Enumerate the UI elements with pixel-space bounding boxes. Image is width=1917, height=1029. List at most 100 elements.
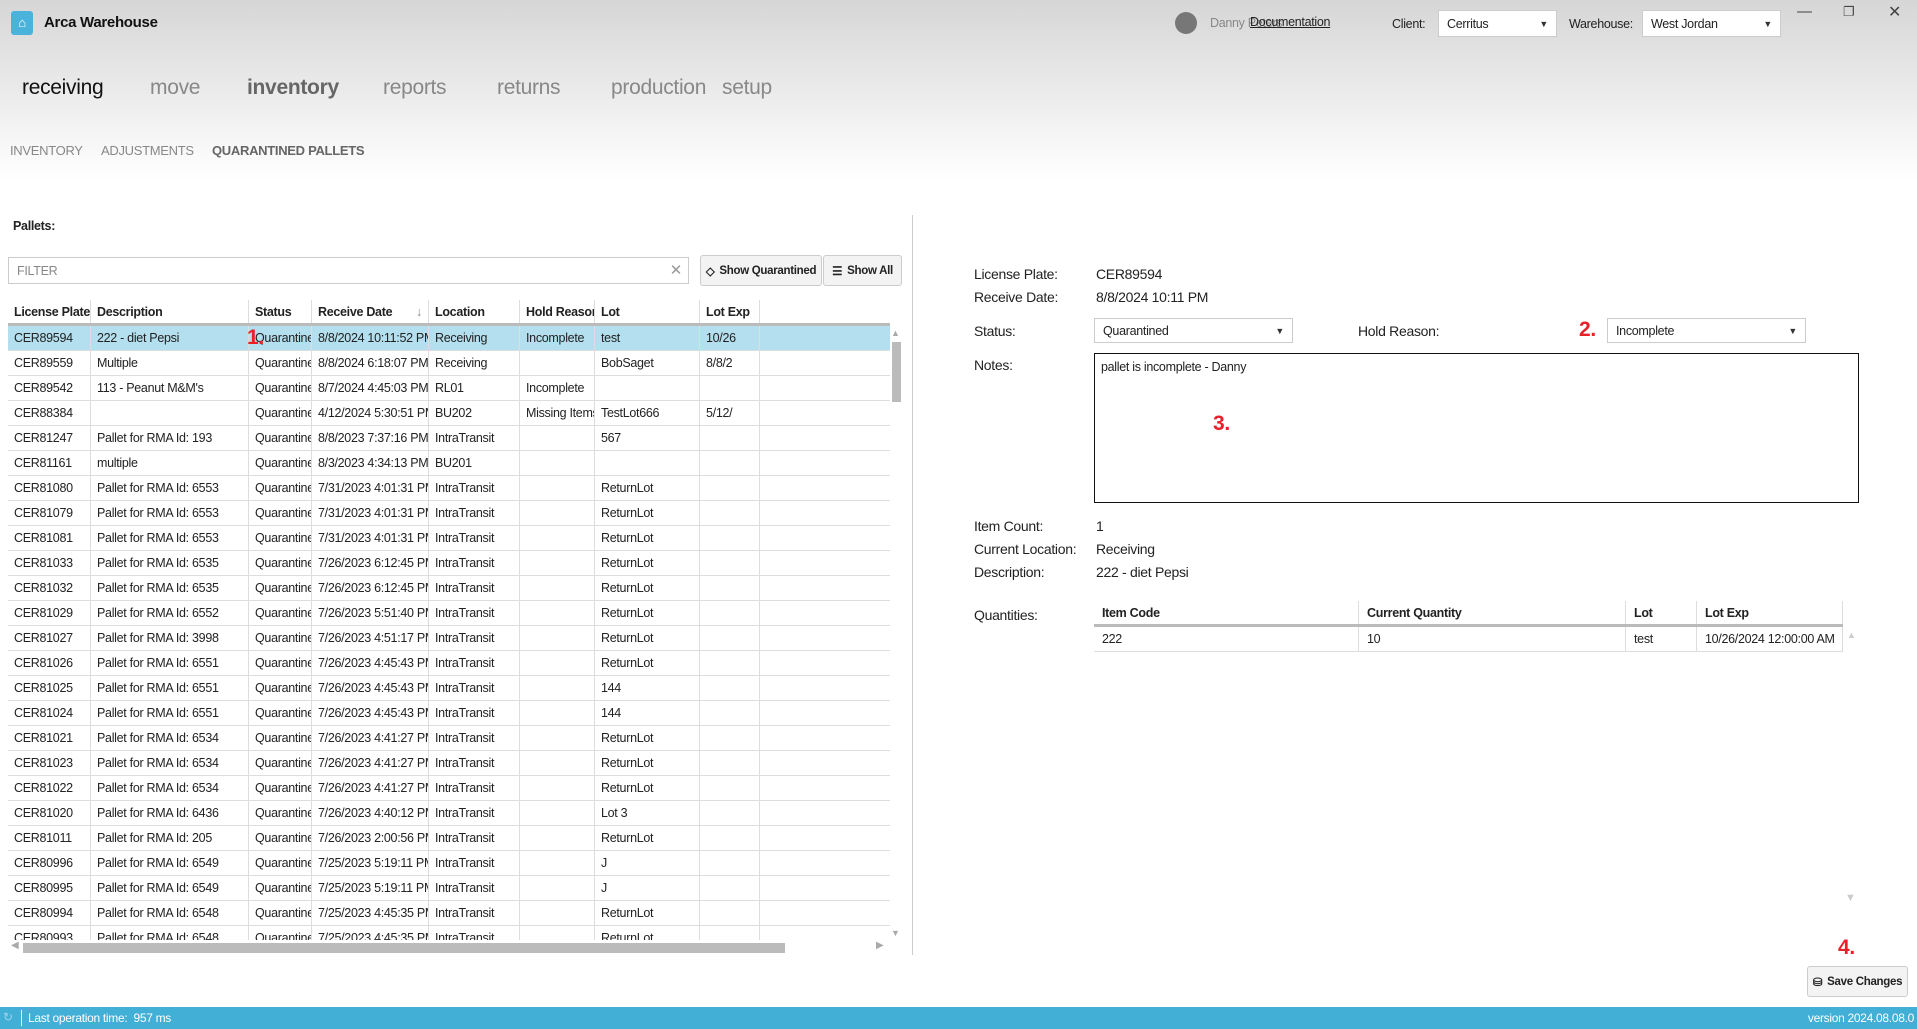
table-row[interactable]: CER81025 Pallet for RMA Id: 6551 Quarantin… — [8, 676, 890, 701]
scroll-down-icon[interactable]: ▼ — [891, 928, 900, 938]
table-row[interactable]: CER80994 Pallet for RMA Id: 6548 Quarantin… — [8, 901, 890, 926]
column-header[interactable]: Item Code — [1094, 601, 1359, 624]
column-header[interactable]: Description — [91, 300, 249, 323]
subnav-quarantined-pallets[interactable]: QUARANTINED PALLETS — [212, 143, 365, 158]
table-row[interactable]: CER81247Pallet for RMA Id: 193Quarantine… — [8, 426, 890, 451]
table-cell: 8/8/2024 10:11:52 PM — [312, 326, 429, 350]
table-row[interactable]: CER81021 Pallet for RMA Id: 6534 Quarantin… — [8, 726, 890, 751]
filter-input[interactable]: FILTER ✕ — [8, 257, 689, 284]
table-row[interactable]: CER81081 Pallet for RMA Id: 6553 Quarantin… — [8, 526, 890, 551]
column-header[interactable]: Lot Exp — [700, 300, 760, 323]
table-row[interactable]: CER88384 Quarantined4/12/2024 5:30:51 PMB… — [8, 401, 890, 426]
horizontal-scrollbar[interactable]: ◀ ▶ — [8, 940, 890, 954]
table-cell: CER81011 — [8, 826, 91, 850]
table-row[interactable]: CER81032 Pallet for RMA Id: 6535 Quarantin… — [8, 576, 890, 601]
table-cell: Quarantined — [249, 401, 312, 425]
table-cell — [700, 476, 760, 500]
refresh-icon[interactable]: ↻ — [3, 1010, 13, 1024]
table-cell — [520, 876, 595, 900]
table-cell: Pallet for RMA Id: 193 — [91, 426, 249, 450]
table-cell: 10/26 — [700, 326, 760, 350]
restore-icon[interactable]: ❐ — [1843, 4, 1855, 20]
table-cell: J — [595, 876, 700, 900]
subnav-adjustments[interactable]: ADJUSTMENTS — [101, 143, 194, 158]
qty-scroll-up-icon[interactable]: ▲ — [1847, 630, 1856, 640]
save-changes-button[interactable]: ⛁ Save Changes — [1807, 966, 1908, 997]
notes-textarea[interactable]: pallet is incomplete - Danny — [1094, 353, 1859, 503]
scroll-right-icon[interactable]: ▶ — [876, 940, 884, 951]
sort-descending-icon[interactable]: ↓ — [416, 305, 422, 319]
column-header[interactable]: Location — [429, 300, 520, 323]
documentation-link[interactable]: Documentation — [1250, 15, 1330, 29]
table-row[interactable]: CER81024 Pallet for RMA Id: 6551 Quarantin… — [8, 701, 890, 726]
column-header[interactable]: Lot Exp — [1697, 601, 1843, 624]
table-cell: CER81161 — [8, 451, 91, 475]
table-cell: Quarantined — [249, 351, 312, 375]
nav-inventory[interactable]: inventory — [247, 76, 339, 100]
save-changes-label: Save Changes — [1827, 975, 1903, 988]
table-row[interactable]: CER80995 Pallet for RMA Id: 6549 Quarantin… — [8, 876, 890, 901]
subnav-inventory[interactable]: INVENTORY — [10, 143, 83, 158]
table-cell: Quarantined — [249, 851, 312, 875]
scrollbar-thumb[interactable] — [892, 342, 901, 402]
table-cell: 144 — [595, 701, 700, 725]
table-row[interactable]: CER81026 Pallet for RMA Id: 6551 Quarantin… — [8, 651, 890, 676]
nav-reports[interactable]: reports — [383, 76, 447, 100]
warehouse-select[interactable]: West Jordan ▼ — [1642, 10, 1781, 37]
client-select[interactable]: Cerritus ▼ — [1438, 10, 1557, 37]
show-all-label: Show All — [847, 264, 893, 277]
column-header[interactable]: Hold Reason — [520, 300, 595, 323]
close-window-icon[interactable]: ✕ — [1888, 2, 1901, 22]
nav-move[interactable]: move — [150, 76, 200, 100]
show-all-button[interactable]: ☰ Show All — [823, 255, 902, 286]
table-row[interactable]: CER89542113 - Peanut M&M'sQuarantined8/7… — [8, 376, 890, 401]
minimize-icon[interactable]: — — [1797, 3, 1812, 20]
table-row[interactable]: CER89594222 - diet PepsiQuarantined8/8/2… — [8, 326, 890, 351]
table-row[interactable]: CER81027 Pallet for RMA Id: 3998 Quarantin… — [8, 626, 890, 651]
table-cell: 7/25/2023 4:45:35 PM — [312, 926, 429, 940]
column-header[interactable]: Current Quantity — [1359, 601, 1626, 624]
column-header[interactable]: Lot — [1626, 601, 1697, 624]
status-select[interactable]: Quarantined ▼ — [1094, 318, 1293, 343]
nav-returns[interactable]: returns — [497, 76, 561, 100]
scroll-up-icon[interactable]: ▲ — [891, 328, 900, 338]
table-row[interactable]: CER81079 Pallet for RMA Id: 6553 Quarantin… — [8, 501, 890, 526]
column-header[interactable]: Status — [249, 300, 312, 323]
hold-reason-label: Hold Reason: — [1358, 323, 1440, 339]
table-cell: IntraTransit — [429, 776, 520, 800]
table-row[interactable]: CER81161multipleQuarantined8/3/2023 4:34… — [8, 451, 890, 476]
column-header[interactable]: Lot — [595, 300, 700, 323]
user-avatar-icon[interactable] — [1175, 12, 1197, 34]
table-cell — [520, 601, 595, 625]
clear-filter-icon[interactable]: ✕ — [670, 261, 683, 279]
scroll-left-icon[interactable]: ◀ — [11, 940, 19, 951]
table-cell: ReturnLot — [595, 526, 700, 550]
quantities-header: Item Code Current Quantity Lot Lot Exp — [1094, 601, 1843, 627]
table-row[interactable]: CER81029 Pallet for RMA Id: 6552 Quarantin… — [8, 601, 890, 626]
table-row[interactable]: CER81022 Pallet for RMA Id: 6534 Quarantin… — [8, 776, 890, 801]
table-header: License Plate Description Status Receive Da… — [8, 300, 890, 326]
table-cell: Lot 3 — [595, 801, 700, 825]
nav-setup[interactable]: setup — [722, 76, 772, 100]
table-cell: IntraTransit — [429, 726, 520, 750]
table-row[interactable]: CER81033 Pallet for RMA Id: 6535 Quarantin… — [8, 551, 890, 576]
item-count-value: 1 — [1096, 518, 1104, 534]
nav-receiving[interactable]: receiving — [22, 76, 104, 100]
hold-reason-select[interactable]: Incomplete ▼ — [1607, 318, 1806, 343]
quantities-row[interactable]: 222 10 test 10/26/2024 12:00:00 AM — [1094, 627, 1843, 652]
vertical-scrollbar[interactable]: ▲ ▼ — [890, 326, 902, 940]
table-row[interactable]: CER81023 Pallet for RMA Id: 6534 Quarantin… — [8, 751, 890, 776]
table-row[interactable]: CER89559MultipleQuarantined8/8/2024 6:18… — [8, 351, 890, 376]
table-row[interactable]: CER80996 Pallet for RMA Id: 6549 Quarantin… — [8, 851, 890, 876]
table-row[interactable]: CER81020 Pallet for RMA Id: 6436 Quarantin… — [8, 801, 890, 826]
hscrollbar-thumb[interactable] — [23, 943, 785, 953]
table-row[interactable]: CER81011Pallet for RMA Id: 205Quarantine… — [8, 826, 890, 851]
table-row[interactable]: CER81080 Pallet for RMA Id: 6553 Quarantin… — [8, 476, 890, 501]
panel-divider — [912, 215, 913, 955]
column-header[interactable]: Receive Date ↓ — [312, 300, 429, 323]
nav-production[interactable]: production — [611, 76, 706, 100]
qty-scroll-down-icon[interactable]: ▼ — [1845, 892, 1856, 904]
table-row[interactable]: CER80993 Pallet for RMA Id: 6548 Quarantin… — [8, 926, 890, 940]
column-header[interactable]: License Plate — [8, 300, 91, 323]
show-quarantined-button[interactable]: ◇ Show Quarantined — [700, 255, 822, 286]
